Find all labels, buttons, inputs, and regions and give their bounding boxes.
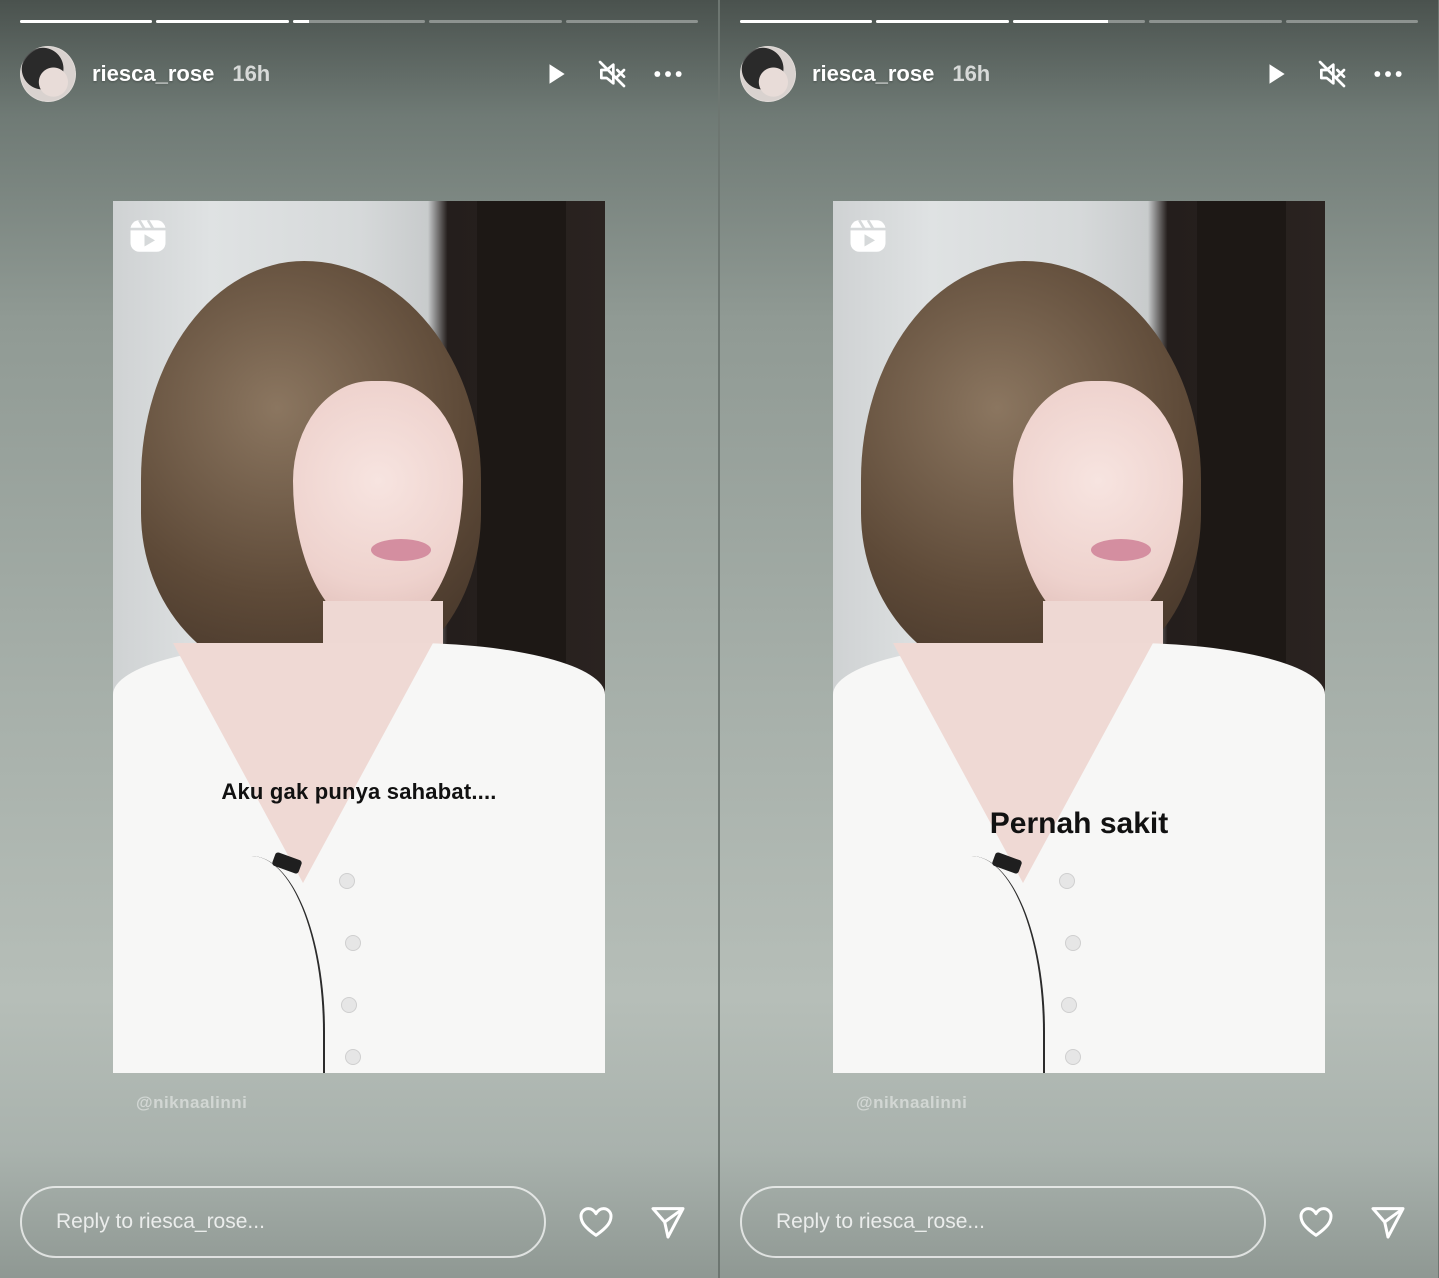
shirt-button <box>341 997 357 1013</box>
progress-segment <box>740 20 873 23</box>
video-caption: Aku gak punya sahabat.... <box>221 779 497 804</box>
story-header: riesca_rose 16h <box>740 46 1408 102</box>
story-media[interactable]: Aku gak punya sahabat.... <box>113 201 605 1073</box>
story-panel-left[interactable]: riesca_rose 16h Aku gak punya sahabat...… <box>0 0 718 1278</box>
like-button[interactable] <box>574 1200 618 1244</box>
progress-segment <box>876 20 1009 23</box>
reply-input[interactable] <box>20 1186 546 1258</box>
shirt-button <box>345 1049 361 1065</box>
more-options-button[interactable] <box>648 54 688 94</box>
shirt-button <box>1065 1049 1081 1065</box>
mute-button[interactable] <box>1312 54 1352 94</box>
mute-icon <box>1318 60 1346 88</box>
progress-segment <box>156 20 289 23</box>
video-caption: Pernah sakit <box>989 807 1169 840</box>
play-button[interactable] <box>1256 54 1296 94</box>
story-header: riesca_rose 16h <box>20 46 688 102</box>
play-icon <box>1269 64 1285 84</box>
story-time: 16h <box>952 61 991 86</box>
progress-segment <box>20 20 153 23</box>
story-progress-bar <box>740 20 1419 24</box>
watermark: @niknaalinni <box>856 1093 968 1112</box>
reply-input[interactable] <box>740 1186 1266 1258</box>
more-icon <box>654 71 682 77</box>
heart-icon <box>579 1207 613 1237</box>
stories-viewer: riesca_rose 16h Aku gak punya sahabat...… <box>0 0 1439 1278</box>
story-media[interactable]: Pernah sakit <box>833 201 1325 1073</box>
play-icon <box>549 64 565 84</box>
share-button[interactable] <box>1366 1200 1410 1244</box>
reels-icon <box>130 219 166 252</box>
story-panel-right[interactable]: riesca_rose 16h Pernah sakit @niknaalinn… <box>720 0 1438 1278</box>
username[interactable]: riesca_rose <box>92 61 214 87</box>
shirt-button <box>1061 997 1077 1013</box>
progress-segment <box>1149 20 1282 23</box>
progress-segment <box>1285 20 1419 23</box>
story-progress-bar <box>20 20 699 24</box>
mute-button[interactable] <box>592 54 632 94</box>
shirt-button <box>1065 935 1081 951</box>
story-footer <box>740 1184 1418 1260</box>
story-time: 16h <box>232 61 271 86</box>
story-footer <box>20 1184 698 1260</box>
heart-icon <box>1299 1207 1333 1237</box>
mute-icon <box>598 60 626 88</box>
shirt-button <box>1059 873 1075 889</box>
reels-icon <box>850 219 886 252</box>
play-button[interactable] <box>536 54 576 94</box>
person-lips <box>371 539 431 561</box>
avatar[interactable] <box>20 46 76 102</box>
more-options-button[interactable] <box>1368 54 1408 94</box>
username[interactable]: riesca_rose <box>812 61 934 87</box>
watermark: @niknaalinni <box>136 1093 248 1112</box>
progress-segment <box>1012 20 1146 23</box>
avatar[interactable] <box>740 46 796 102</box>
send-icon <box>651 1207 685 1239</box>
progress-segment <box>429 20 562 23</box>
share-button[interactable] <box>646 1200 690 1244</box>
progress-segment <box>292 20 426 23</box>
shirt-neckline <box>173 643 433 883</box>
progress-segment <box>565 20 699 23</box>
shirt-button <box>345 935 361 951</box>
like-button[interactable] <box>1294 1200 1338 1244</box>
shirt-button <box>339 873 355 889</box>
person-lips <box>1091 539 1151 561</box>
shirt-neckline <box>893 643 1153 883</box>
more-icon <box>1374 71 1402 77</box>
send-icon <box>1371 1207 1405 1239</box>
